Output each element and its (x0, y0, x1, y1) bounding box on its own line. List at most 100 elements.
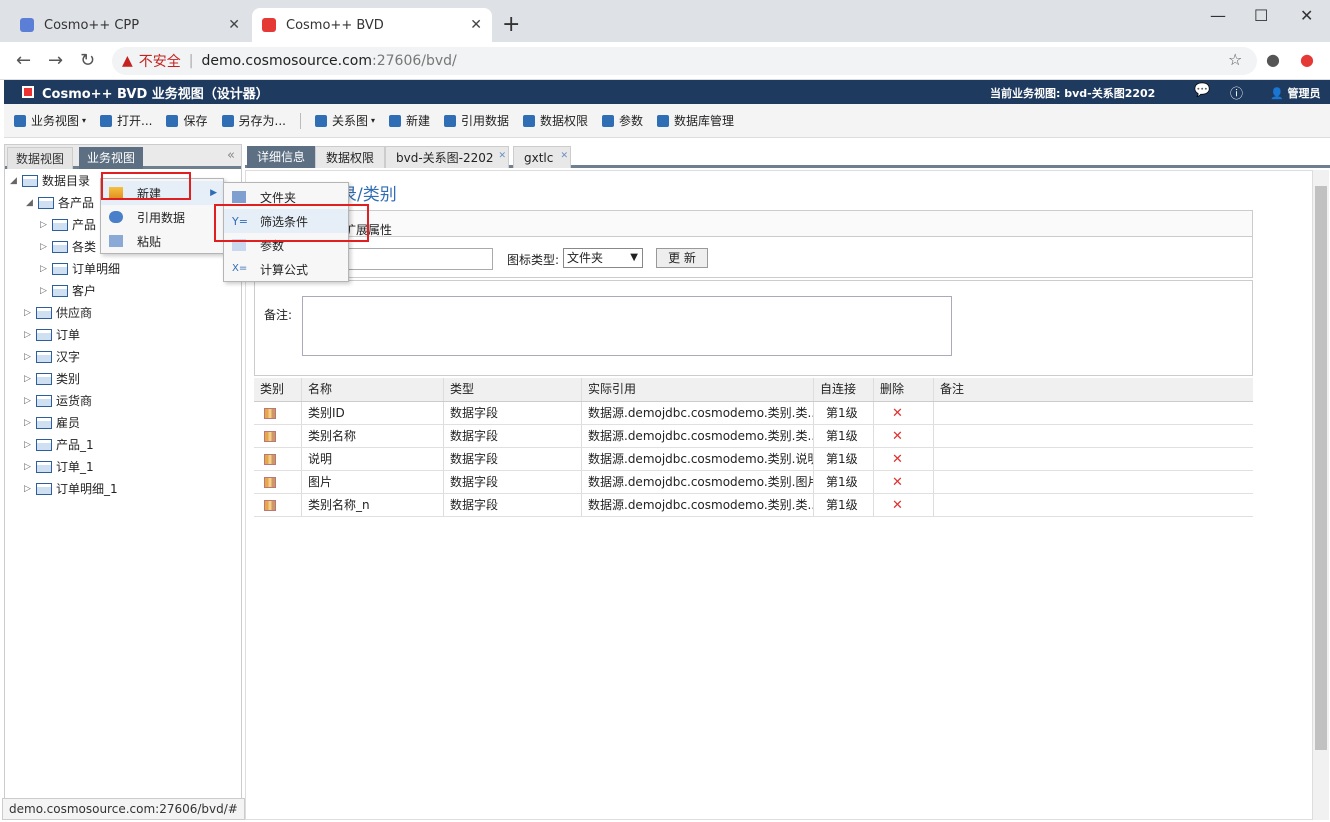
self-join-cell[interactable]: 第1级 (814, 494, 874, 516)
tab-relation-graph[interactable]: bvd-关系图-2202 ✕ (385, 146, 509, 168)
save-button[interactable]: 保存 (166, 112, 208, 129)
menu-item-reference-data[interactable]: 引用数据 (101, 205, 223, 229)
tab-business-view[interactable]: 业务视图 (79, 147, 144, 169)
forward-icon[interactable]: → (48, 50, 63, 71)
update-button[interactable]: 更 新 (656, 248, 708, 268)
note-cell[interactable] (934, 425, 1253, 447)
tree-node-label: 订单明细 (72, 262, 121, 276)
open-button[interactable]: 打开... (100, 112, 152, 129)
message-icon[interactable]: 💬 (1194, 83, 1210, 98)
column-header[interactable]: 自连接 (814, 378, 874, 401)
relation-graph-menu-button[interactable]: 关系图 ▾ (314, 112, 375, 129)
note-cell[interactable] (934, 494, 1253, 516)
column-header[interactable]: 名称 (302, 378, 444, 401)
folder-icon (36, 416, 52, 429)
tree-node[interactable]: ▷ 订单明细 (40, 260, 120, 277)
tab-gxtlc[interactable]: gxtlc ✕ (513, 146, 571, 168)
menu-item-paste[interactable]: 粘贴 (101, 229, 223, 253)
info-icon[interactable]: ⓘ (1230, 83, 1243, 102)
row-type-cell (254, 494, 302, 516)
type-cell: 数据字段 (444, 425, 582, 447)
dropdown-arrow-icon: ▼ (630, 252, 638, 263)
data-permission-button[interactable]: 数据权限 (523, 112, 588, 129)
tree-node-root[interactable]: ◢ 数据目录 (10, 172, 90, 189)
note-textarea[interactable] (302, 296, 952, 356)
tree-node[interactable]: ▷ 雇员 (24, 414, 80, 431)
save-icon (166, 114, 179, 127)
table-row[interactable]: 类别ID 数据字段 数据源.demojdbc.cosmodemo.类别.类...… (254, 402, 1253, 425)
tree-node[interactable]: ▷ 产品_1 (24, 436, 94, 453)
extension-icon[interactable]: ● (1300, 50, 1314, 69)
tree-node[interactable]: ▷ 订单明细_1 (24, 480, 118, 497)
folder-icon (36, 306, 52, 319)
delete-icon[interactable]: ✕ (892, 406, 903, 421)
database-icon (444, 114, 456, 127)
tree-node-label: 各产品 (58, 196, 95, 210)
table-row[interactable]: 类别名称 数据字段 数据源.demojdbc.cosmodemo.类别.类...… (254, 425, 1253, 448)
tree-node[interactable]: ▷ 产品 (40, 216, 96, 233)
database-icon (109, 211, 123, 223)
browser-tab-bvd[interactable]: Cosmo++ BVD ✕ (252, 8, 492, 42)
note-cell[interactable] (934, 448, 1253, 470)
tree-node[interactable]: ▷ 各类 (40, 238, 96, 255)
tab-detail[interactable]: 详细信息 (247, 146, 316, 168)
close-tab-icon[interactable]: ✕ (470, 17, 482, 33)
delete-icon[interactable]: ✕ (892, 429, 903, 444)
tree-node[interactable]: ▷ 类别 (24, 370, 80, 387)
self-join-cell[interactable]: 第1级 (814, 448, 874, 470)
database-manage-button[interactable]: 数据库管理 (657, 112, 734, 129)
self-join-cell[interactable]: 第1级 (814, 425, 874, 447)
new-button[interactable]: 新建 (388, 112, 430, 129)
column-header[interactable]: 删除 (874, 378, 934, 401)
maximize-icon[interactable]: ☐ (1254, 6, 1268, 25)
column-header[interactable]: 类别 (254, 378, 302, 401)
close-tab-icon[interactable]: ✕ (560, 145, 568, 167)
tab-data-permission[interactable]: 数据权限 (315, 146, 386, 168)
tree-node[interactable]: ◢ 各产品 (26, 194, 94, 211)
bookmark-star-icon[interactable]: ☆ (1228, 50, 1242, 69)
save-as-button[interactable]: 另存为... (221, 112, 286, 129)
note-cell[interactable] (934, 402, 1253, 424)
reference-data-button[interactable]: 引用数据 (444, 112, 509, 129)
profile-icon[interactable]: ● (1266, 50, 1280, 69)
column-header[interactable]: 备注 (934, 378, 1253, 401)
delete-icon[interactable]: ✕ (892, 452, 903, 467)
tree-node[interactable]: ▷ 订单 (24, 326, 80, 343)
column-header[interactable]: 实际引用 (582, 378, 814, 401)
table-row[interactable]: 图片 数据字段 数据源.demojdbc.cosmodemo.类别.图片 第1级… (254, 471, 1253, 494)
tab-data-view[interactable]: 数据视图 (7, 147, 74, 169)
minimize-icon[interactable]: — (1210, 6, 1226, 25)
parameter-button[interactable]: 参数 (602, 112, 643, 129)
delete-cell: ✕ (874, 402, 934, 424)
left-panel-tabs: 数据视图 业务视图 « (5, 145, 241, 169)
url-input[interactable]: ▲ 不安全 | demo.cosmosource.com :27606/bvd/ (112, 47, 1257, 75)
window-close-icon[interactable]: ✕ (1300, 6, 1313, 25)
self-join-cell[interactable]: 第1级 (814, 471, 874, 493)
table-row[interactable]: 说明 数据字段 数据源.demojdbc.cosmodemo.类别.说明 第1级… (254, 448, 1253, 471)
browser-tab-cpp[interactable]: Cosmo++ CPP ✕ (10, 8, 250, 42)
tree-node[interactable]: ▷ 客户 (40, 282, 96, 299)
tree-node[interactable]: ▷ 订单_1 (24, 458, 94, 475)
tree-node[interactable]: ▷ 供应商 (24, 304, 92, 321)
user-menu[interactable]: 👤 管理员 (1270, 85, 1321, 101)
delete-icon[interactable]: ✕ (892, 475, 903, 490)
icon-type-select[interactable]: 文件夹 ▼ (563, 248, 643, 268)
back-icon[interactable]: ← (16, 50, 31, 71)
business-view-menu-button[interactable]: 业务视图 ▾ (14, 112, 86, 129)
table-row[interactable]: 类别名称_n 数据字段 数据源.demojdbc.cosmodemo.类别.类.… (254, 494, 1253, 517)
close-tab-icon[interactable]: ✕ (228, 17, 240, 33)
tree-node[interactable]: ▷ 运货商 (24, 392, 92, 409)
tree-node[interactable]: ▷ 汉字 (24, 348, 80, 365)
menu-item-label: 文件夹 (260, 190, 297, 205)
new-tab-button[interactable]: + (502, 12, 520, 37)
note-cell[interactable] (934, 471, 1253, 493)
reload-icon[interactable]: ↻ (80, 50, 95, 71)
scrollbar-thumb[interactable] (1315, 186, 1327, 750)
close-tab-icon[interactable]: ✕ (498, 145, 506, 167)
self-join-cell[interactable]: 第1级 (814, 402, 874, 424)
name-input[interactable] (344, 248, 493, 270)
collapse-panel-icon[interactable]: « (227, 148, 235, 163)
submenu-item-formula[interactable]: X= 计算公式 (224, 257, 348, 281)
column-header[interactable]: 类型 (444, 378, 582, 401)
delete-icon[interactable]: ✕ (892, 498, 903, 513)
